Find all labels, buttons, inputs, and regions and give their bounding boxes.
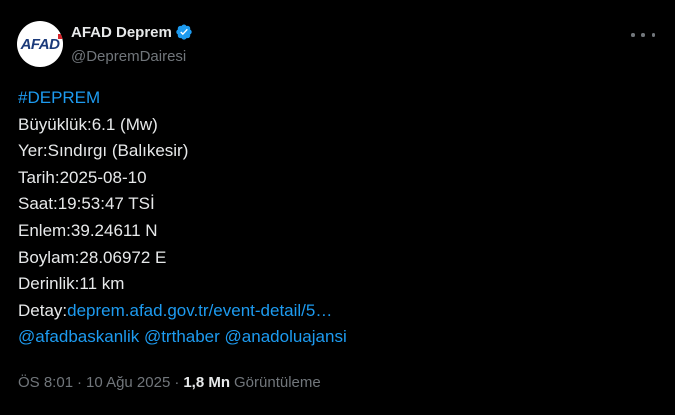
tweet-text: #DEPREM Büyüklük:6.1 (Mw) Yer:Sındırgı (… <box>18 85 347 351</box>
tweet-card: AFAD AFAD Deprem @DepremDairesi #DEPREM … <box>0 0 675 415</box>
magnitude-line: Büyüklük:6.1 (Mw) <box>18 114 158 134</box>
detail-link[interactable]: deprem.afad.gov.tr/event-detail/5… <box>67 301 332 320</box>
views-label: Görüntüleme <box>234 374 321 391</box>
author-name-row[interactable]: AFAD Deprem <box>71 23 193 41</box>
tweet-meta: ÖS 8:01 · 10 Ağu 2025 · 1,8 Mn Görüntüle… <box>18 374 321 391</box>
mention-link[interactable]: @anadoluajansi <box>225 327 347 346</box>
latitude-line: Enlem:39.24611 N <box>18 220 158 240</box>
hashtag-link[interactable]: #DEPREM <box>18 85 347 112</box>
more-dots-icon[interactable] <box>631 28 655 42</box>
meta-separator: · <box>174 374 180 391</box>
longitude-line: Boylam:28.06972 E <box>18 247 167 267</box>
location-line: Yer:Sındırgı (Balıkesir) <box>18 141 189 161</box>
meta-separator: · <box>77 374 83 391</box>
mention-link[interactable]: @afadbaskanlik <box>18 327 139 346</box>
detail-label: Detay: <box>18 300 68 320</box>
display-name[interactable]: AFAD Deprem <box>71 24 172 41</box>
verified-badge-icon[interactable] <box>175 23 193 41</box>
time-line: Saat:19:53:47 TSİ <box>18 194 155 214</box>
mentions-line: @afadbaskanlik @trthaber @anadoluajansi <box>18 324 347 351</box>
depth-line: Derinlik:11 km <box>18 274 125 294</box>
author-handle[interactable]: @DepremDairesi <box>71 48 186 65</box>
date-line: Tarih:2025-08-10 <box>18 167 147 187</box>
post-date[interactable]: 10 Ağu 2025 <box>86 374 170 391</box>
avatar[interactable]: AFAD <box>17 21 63 67</box>
post-time[interactable]: ÖS 8:01 <box>18 374 73 391</box>
detail-line: Detay:deprem.afad.gov.tr/event-detail/5… <box>18 298 347 325</box>
mention-link[interactable]: @trthaber <box>144 327 220 346</box>
afad-logo: AFAD <box>21 33 63 53</box>
views-count: 1,8 Mn <box>183 374 230 391</box>
